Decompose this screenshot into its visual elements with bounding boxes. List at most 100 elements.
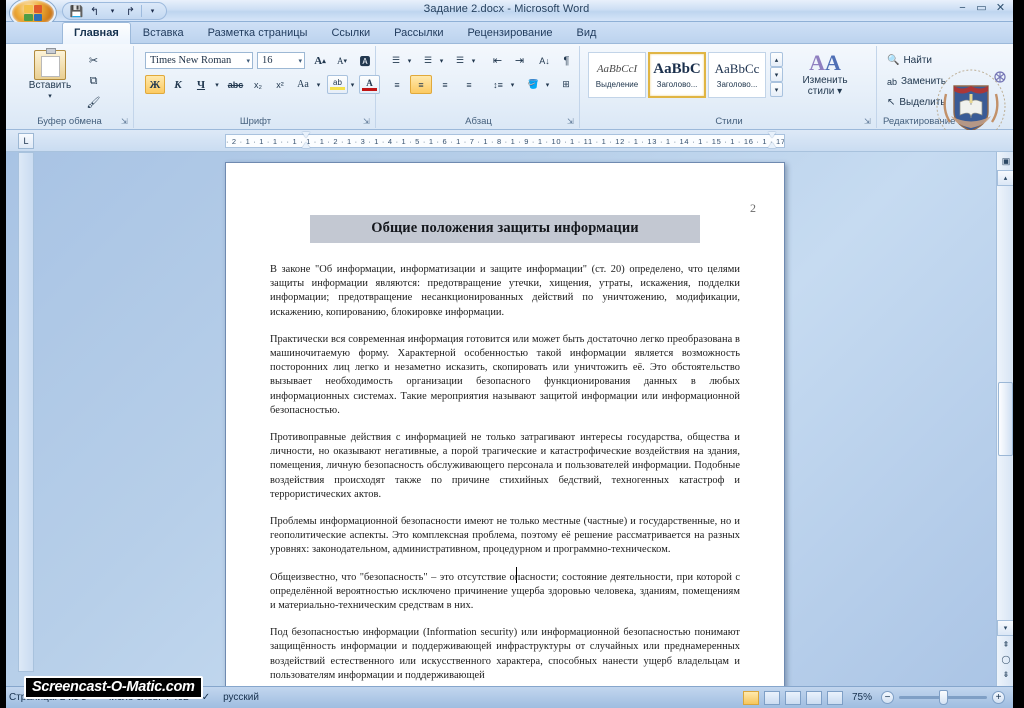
paragraph-dialog-launcher[interactable]: ⇲ [567,117,576,126]
replace-button[interactable]: ab Заменить [887,73,946,90]
font-name-dropdown-icon[interactable]: ▾ [243,57,250,65]
close-button[interactable]: ✕ [992,1,1009,15]
borders-icon[interactable]: ⊞ [556,75,576,94]
underline-button[interactable]: Ч [191,75,211,94]
tab-home[interactable]: Главная [62,22,131,44]
previous-page-icon[interactable]: ⇞ [999,637,1013,651]
minimize-button[interactable]: − [954,1,971,15]
highlight-button[interactable]: ab [327,75,348,94]
zoom-in-button[interactable]: + [992,691,1005,704]
change-styles-line2: стили ▾ [807,86,843,97]
bold-button[interactable]: Ж [145,75,165,94]
customize-qat-icon[interactable]: ▾ [145,4,160,18]
shading-dropdown-icon[interactable]: ▾ [543,75,552,94]
vertical-scrollbar[interactable]: ▣ ▴ ▾ ⇞ ◯ ⇟ [996,152,1013,686]
undo-dropdown-icon[interactable]: ▾ [105,4,120,18]
format-painter-icon[interactable]: 🖌 [84,93,103,111]
zoom-out-button[interactable]: − [881,691,894,704]
view-web-layout-button[interactable] [784,690,801,705]
scroll-up-button[interactable]: ▴ [997,170,1013,186]
highlight-dropdown-icon[interactable]: ▾ [348,75,357,94]
tab-view[interactable]: Вид [565,22,609,44]
multilevel-dropdown-icon[interactable]: ▾ [469,51,478,70]
language-status[interactable]: русский [214,692,268,703]
undo-icon[interactable]: ↰ [87,4,102,18]
tab-page-layout[interactable]: Разметка страницы [196,22,320,44]
view-draft-button[interactable] [826,690,843,705]
superscript-button[interactable]: x² [270,75,290,94]
strikethrough-button[interactable]: abc [225,75,246,94]
multilevel-list-icon[interactable]: ☰ [450,51,470,70]
tab-mailings[interactable]: Рассылки [382,22,455,44]
paste-dropdown-icon[interactable]: ▾ [48,91,52,102]
vertical-ruler[interactable] [18,152,34,672]
zoom-level-label[interactable]: 75% [848,692,876,703]
font-color-button[interactable]: A [359,75,380,94]
find-button[interactable]: 🔍 Найти [887,52,932,69]
zoom-slider-track[interactable] [899,690,987,705]
select-browse-object-icon[interactable]: ◯ [999,652,1013,666]
show-formatting-marks-icon[interactable]: ¶ [557,51,576,70]
clipboard-dialog-launcher[interactable]: ⇲ [121,117,130,126]
view-outline-button[interactable] [805,690,822,705]
tab-references[interactable]: Ссылки [319,22,382,44]
shading-icon[interactable]: 🪣 [523,75,544,94]
font-dialog-launcher[interactable]: ⇲ [363,117,372,126]
save-icon[interactable]: 💾 [69,4,84,18]
line-spacing-dropdown-icon[interactable]: ▾ [508,75,517,94]
tab-stop-selector[interactable]: L [18,133,34,149]
numbering-icon[interactable]: ☰ [418,51,438,70]
document-page[interactable]: 2 Общие положения защиты информации В за… [225,162,785,686]
text-cursor [516,567,517,583]
font-size-combo[interactable]: 16 ▾ [257,52,305,69]
styles-scroll-up-icon[interactable]: ▴ [770,52,783,67]
select-button[interactable]: ↖ Выделить [887,94,946,111]
font-size-dropdown-icon[interactable]: ▾ [295,57,302,65]
change-case-dropdown-icon[interactable]: ▾ [314,75,323,94]
bullets-dropdown-icon[interactable]: ▾ [405,51,414,70]
decrease-indent-icon[interactable]: ⇤ [487,51,508,70]
style-item-heading1[interactable]: AaBbC Заголово... [648,52,706,98]
numbering-dropdown-icon[interactable]: ▾ [437,51,446,70]
styles-dialog-launcher[interactable]: ⇲ [864,117,873,126]
tab-review[interactable]: Рецензирование [456,22,565,44]
cut-icon[interactable]: ✂ [84,51,103,69]
change-case-button[interactable]: Aa [292,75,314,94]
align-left-icon[interactable]: ≡ [386,75,408,94]
tab-insert[interactable]: Вставка [131,22,196,44]
styles-more-icon[interactable]: ▾ [770,82,783,97]
change-styles-button[interactable]: AA Изменить стили ▾ [794,51,856,98]
scrollbar-thumb[interactable] [998,382,1013,456]
maximize-button[interactable]: ▭ [973,1,990,15]
shrink-font-icon[interactable]: A ▾ [332,51,352,70]
align-right-icon[interactable]: ≡ [434,75,456,94]
align-justify-icon[interactable]: ≡ [458,75,480,94]
increase-indent-icon[interactable]: ⇥ [509,51,530,70]
next-page-icon[interactable]: ⇟ [999,667,1013,681]
underline-dropdown-icon[interactable]: ▾ [212,75,222,94]
right-indent-marker[interactable] [768,132,777,148]
grow-font-icon[interactable]: A ▴ [310,51,330,70]
font-name-combo[interactable]: Times New Roman ▾ [145,52,253,69]
italic-button[interactable]: К [168,75,188,94]
sort-icon[interactable]: A↓ [534,51,555,70]
redo-icon[interactable]: ↱ [123,4,138,18]
view-print-layout-button[interactable] [742,690,759,705]
bullets-icon[interactable]: ☰ [386,51,406,70]
left-indent-marker[interactable] [302,132,311,148]
horizontal-ruler[interactable]: L 3 · 1 · 2 · 1 · 1 · 1 · · 1 · 1 · 1 · … [0,130,1013,152]
view-full-screen-button[interactable] [763,690,780,705]
paste-button[interactable]: Вставить ▾ [22,48,78,102]
select-icon: ↖ [887,97,896,108]
styles-scroll-down-icon[interactable]: ▾ [770,67,783,82]
scroll-down-button[interactable]: ▾ [997,620,1013,636]
align-center-icon[interactable]: ≡ [410,75,432,94]
subscript-button[interactable]: x₂ [248,75,268,94]
style-item-selection[interactable]: AaBbCcI Выделение [588,52,646,98]
copy-icon[interactable]: ⧉ [84,72,103,90]
zoom-slider-knob[interactable] [939,690,948,705]
select-browse-object-top-icon[interactable]: ▣ [999,154,1013,168]
line-spacing-icon[interactable]: ↕≡ [487,75,509,94]
clear-formatting-icon[interactable]: 🅰 [355,51,375,70]
style-item-heading2[interactable]: AaBbCc Заголово... [708,52,766,98]
